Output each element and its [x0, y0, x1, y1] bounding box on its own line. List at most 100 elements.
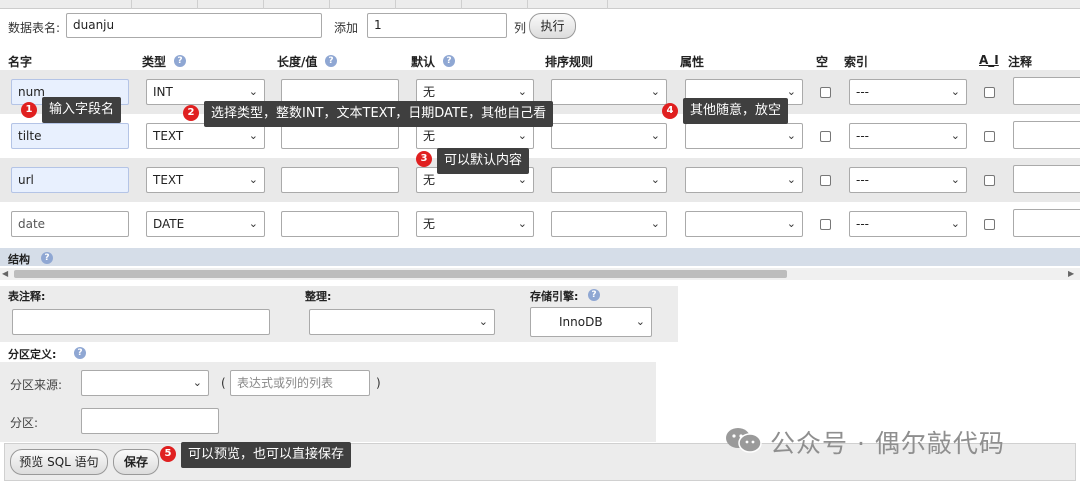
partition-source-label: 分区来源:: [10, 378, 63, 392]
field-type-select[interactable]: DATE ⌄: [146, 211, 265, 237]
tab[interactable]: [132, 0, 198, 9]
field-ai-checkbox[interactable]: [984, 175, 995, 186]
field-default-value: 无: [423, 129, 436, 143]
table-comment-input[interactable]: [12, 309, 270, 335]
tab[interactable]: [528, 0, 608, 9]
chevron-down-icon: ⌄: [248, 217, 258, 230]
field-length-input[interactable]: [281, 211, 399, 237]
field-null-checkbox[interactable]: [820, 131, 831, 142]
field-ai-checkbox[interactable]: [984, 219, 995, 230]
structure-bar: [0, 248, 1080, 266]
header-attributes: 属性: [680, 55, 705, 69]
storage-engine-select[interactable]: InnoDB ⌄: [530, 307, 652, 337]
scroll-left-icon[interactable]: ◀: [2, 268, 8, 280]
field-default-select[interactable]: 无 ⌄: [416, 211, 534, 237]
field-collation-select[interactable]: ⌄: [551, 79, 667, 105]
field-index-select[interactable]: --- ⌄: [849, 211, 967, 237]
collation-label: 整理:: [305, 290, 332, 303]
field-default-value: 无: [423, 173, 436, 187]
partitions-input[interactable]: [81, 408, 219, 434]
field-index-select[interactable]: --- ⌄: [849, 167, 967, 193]
chevron-down-icon: ⌄: [650, 217, 660, 230]
field-ai-checkbox[interactable]: [984, 87, 995, 98]
storage-engine-label: 存储引擎:: [530, 290, 579, 303]
field-name-input[interactable]: url: [11, 167, 129, 193]
scroll-right-icon[interactable]: ▶: [1068, 268, 1074, 280]
field-comment-input[interactable]: [1013, 165, 1080, 193]
chevron-down-icon: ⌄: [192, 376, 202, 389]
preview-sql-button[interactable]: 预览 SQL 语句: [10, 449, 108, 475]
scrollbar-thumb[interactable]: [14, 270, 787, 278]
field-index-value: ---: [856, 173, 869, 187]
table-collation-select[interactable]: ⌄: [309, 309, 495, 335]
help-icon[interactable]: ?: [443, 55, 455, 67]
field-null-checkbox[interactable]: [820, 219, 831, 230]
field-index-value: ---: [856, 129, 869, 143]
table-comment-label: 表注释:: [8, 290, 46, 303]
partition-definition-label: 分区定义:: [8, 348, 57, 361]
field-null-checkbox[interactable]: [820, 175, 831, 186]
tab[interactable]: [396, 0, 462, 9]
wechat-icon: [724, 426, 764, 453]
header-name: 名字: [8, 55, 33, 69]
partition-expression-placeholder: 表达式或列的列表: [237, 376, 334, 390]
header-null: 空: [816, 55, 829, 69]
help-icon[interactable]: ?: [325, 55, 337, 67]
tab[interactable]: [330, 0, 396, 9]
field-collation-select[interactable]: ⌄: [551, 167, 667, 193]
field-type-value: TEXT: [153, 173, 184, 187]
tab[interactable]: [462, 0, 528, 9]
chevron-down-icon: ⌄: [786, 85, 796, 98]
field-length-input[interactable]: [281, 167, 399, 193]
chevron-down-icon: ⌄: [950, 129, 960, 142]
help-icon[interactable]: ?: [174, 55, 186, 67]
help-icon[interactable]: ?: [74, 347, 86, 359]
execute-button[interactable]: 执行: [529, 13, 576, 39]
field-attributes-select[interactable]: ⌄: [685, 123, 803, 149]
help-icon[interactable]: ?: [41, 252, 53, 264]
tab[interactable]: [264, 0, 330, 9]
field-default-value: 无: [423, 85, 436, 99]
field-name-input[interactable]: tilte: [11, 123, 129, 149]
chevron-down-icon: ⌄: [517, 217, 527, 230]
header-type: 类型: [142, 55, 167, 69]
annotation-badge: 2: [183, 105, 199, 121]
save-button[interactable]: 保存: [113, 449, 159, 475]
field-collation-select[interactable]: ⌄: [551, 123, 667, 149]
partition-expression-input[interactable]: 表达式或列的列表: [230, 370, 370, 396]
annotation-tooltip: 选择类型，整数INT，文本TEXT，日期DATE，其他自己看: [204, 101, 554, 127]
field-index-select[interactable]: --- ⌄: [849, 123, 967, 149]
partitions-label: 分区:: [10, 416, 39, 430]
field-null-checkbox[interactable]: [820, 87, 831, 98]
partition-source-select[interactable]: ⌄: [81, 370, 209, 396]
add-columns-input[interactable]: 1: [367, 13, 507, 38]
annotation-tooltip: 其他随意，放空: [683, 98, 789, 124]
field-comment-input[interactable]: [1013, 121, 1080, 149]
chevron-down-icon: ⌄: [786, 173, 796, 186]
chevron-down-icon: ⌄: [950, 217, 960, 230]
field-type-select[interactable]: TEXT ⌄: [146, 167, 265, 193]
columns-unit-label: 列: [514, 21, 527, 35]
chevron-down-icon: ⌄: [786, 217, 796, 230]
chevron-down-icon: ⌄: [248, 129, 258, 142]
field-comment-input[interactable]: [1013, 77, 1080, 105]
field-attributes-select[interactable]: ⌄: [685, 211, 803, 237]
chevron-down-icon: ⌄: [650, 129, 660, 142]
annotation-tooltip: 输入字段名: [42, 97, 122, 123]
field-index-select[interactable]: --- ⌄: [849, 79, 967, 105]
tab[interactable]: [198, 0, 264, 9]
field-attributes-select[interactable]: ⌄: [685, 167, 803, 193]
field-name-input[interactable]: date: [11, 211, 129, 237]
field-comment-input[interactable]: [1013, 209, 1080, 237]
table-name-input[interactable]: duanju: [66, 13, 322, 38]
field-type-value: DATE: [153, 217, 185, 231]
help-icon[interactable]: ?: [588, 289, 600, 301]
close-paren: ): [376, 376, 381, 390]
tab[interactable]: [60, 0, 132, 9]
tab-strip: [0, 0, 1080, 9]
field-collation-select[interactable]: ⌄: [551, 211, 667, 237]
chevron-down-icon: ⌄: [478, 315, 488, 328]
chevron-down-icon: ⌄: [650, 85, 660, 98]
header-default: 默认: [411, 55, 436, 69]
field-ai-checkbox[interactable]: [984, 131, 995, 142]
